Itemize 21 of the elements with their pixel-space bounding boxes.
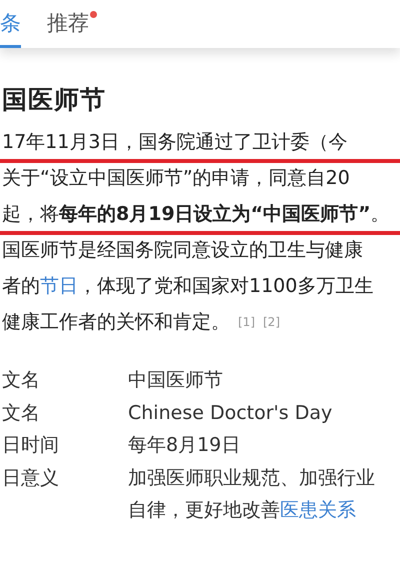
text: ，体现了党和国家对1100多万卫生 (78, 274, 374, 299)
link[interactable]: 节日 (40, 268, 78, 304)
article-title: 国医师节 (2, 84, 107, 116)
text: 17年11月3日，国务院通过了卫计委（今 (2, 130, 348, 155)
text: 国医师节是经国务院同意设立的卫生与健康 (2, 238, 363, 263)
text: 起，将每年的8月19日设立为“中国医师节”。 (2, 202, 390, 227)
info-label: 文名 (2, 368, 41, 393)
tab[interactable]: 推荐 (47, 0, 89, 48)
info-value: Chinese Doctor's Day (128, 400, 334, 426)
text: 者的 (2, 274, 40, 299)
reference-link[interactable]: [2] (263, 304, 280, 340)
info-value: 加强医师职业规范、加强行业自律，更好地改善医患关系 (128, 466, 376, 523)
text: 关于“设立中国医师节”的申请，同意自20 (2, 166, 350, 191)
tab[interactable]: 条 (0, 0, 21, 48)
info-label: 文名 (2, 400, 41, 426)
info-value: 中国医师节 (128, 368, 224, 393)
info-label: 日时间 (2, 433, 60, 458)
reference-link[interactable]: [1] (238, 304, 255, 340)
info-value: 每年8月19日 (128, 433, 242, 458)
text: 健康工作者的关怀和肯定。 (2, 310, 230, 335)
info-label: 日意义 (2, 466, 60, 490)
